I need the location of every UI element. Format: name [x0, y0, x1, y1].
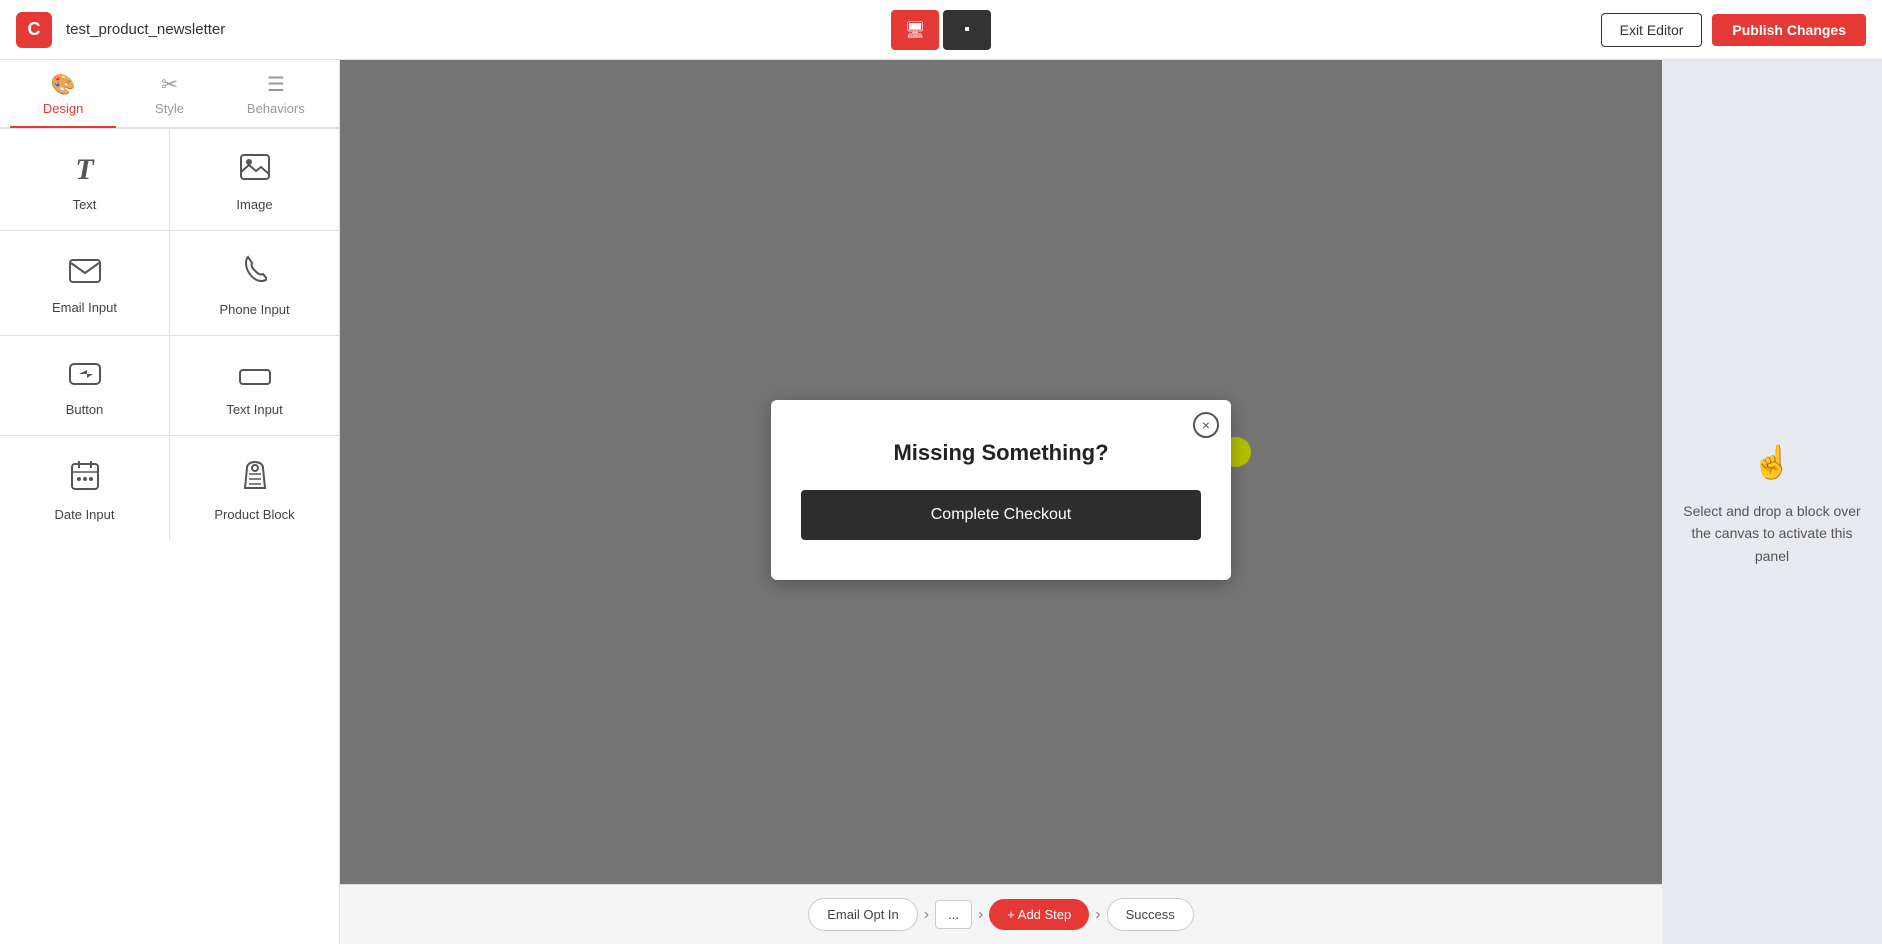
phone-block-icon — [243, 255, 267, 292]
block-email-input[interactable]: Email Input — [0, 231, 169, 335]
block-text[interactable]: T Text — [0, 129, 169, 230]
view-toggle: 🖥 ▪ — [891, 10, 991, 50]
step-email-opt-in[interactable]: Email Opt In — [808, 898, 918, 931]
text-input-block-icon — [239, 360, 271, 392]
mobile-view-button[interactable]: ▪ — [943, 10, 991, 50]
add-step-button[interactable]: + Add Step — [989, 899, 1089, 930]
right-panel-text: Select and drop a block over the canvas … — [1683, 503, 1860, 564]
step-arrow-3: › — [1095, 906, 1100, 924]
tab-behaviors[interactable]: ☰ Behaviors — [223, 60, 329, 128]
desktop-view-button[interactable]: 🖥 — [891, 10, 939, 50]
page-title: test_product_newsletter — [66, 21, 225, 38]
sidebar: 🎨 Design ✂ Style ☰ Behaviors T Text — [0, 60, 340, 944]
block-text-input[interactable]: Text Input — [170, 336, 339, 435]
step-success[interactable]: Success — [1107, 898, 1194, 931]
image-block-icon — [240, 154, 270, 187]
app-logo: C — [16, 12, 52, 48]
tab-style[interactable]: ✂ Style — [116, 60, 222, 128]
sidebar-tabs: 🎨 Design ✂ Style ☰ Behaviors — [0, 60, 339, 128]
button-block-icon — [69, 360, 101, 392]
block-date-input[interactable]: Date Input — [0, 436, 169, 540]
product-block-icon — [241, 460, 269, 497]
step-bar: Email Opt In › ... › + Add Step › Succes… — [340, 884, 1662, 944]
email-block-icon — [69, 258, 101, 290]
modal-title: Missing Something? — [801, 440, 1201, 466]
block-image[interactable]: Image — [170, 129, 339, 230]
complete-checkout-button[interactable]: Complete Checkout — [801, 490, 1201, 540]
canvas[interactable]: × Missing Something? Complete Checkout — [340, 60, 1662, 884]
block-button[interactable]: Button — [0, 336, 169, 435]
main-area: 🎨 Design ✂ Style ☰ Behaviors T Text — [0, 60, 1882, 944]
blocks-grid: T Text Image Email Input — [0, 128, 339, 540]
canvas-area: × Missing Something? Complete Checkout E… — [340, 60, 1662, 944]
step-arrow-1: › — [924, 906, 929, 924]
date-block-icon — [71, 460, 99, 497]
right-panel-icon: ☝ — [1682, 437, 1862, 488]
block-phone-input[interactable]: Phone Input — [170, 231, 339, 335]
modal-popup: × Missing Something? Complete Checkout — [771, 400, 1231, 580]
tab-design[interactable]: 🎨 Design — [10, 60, 116, 128]
modal-close-button[interactable]: × — [1193, 412, 1219, 438]
exit-editor-button[interactable]: Exit Editor — [1601, 13, 1703, 47]
design-icon: 🎨 — [51, 72, 76, 97]
step-arrow-2: › — [978, 906, 983, 924]
text-block-icon: T — [75, 153, 93, 187]
header: C test_product_newsletter 🖥 ▪ Exit Edito… — [0, 0, 1882, 60]
publish-changes-button[interactable]: Publish Changes — [1712, 14, 1866, 46]
header-actions: Exit Editor Publish Changes — [1601, 13, 1866, 47]
right-panel: ☝ Select and drop a block over the canva… — [1662, 60, 1882, 944]
step-more-options[interactable]: ... — [935, 900, 972, 929]
block-product[interactable]: Product Block — [170, 436, 339, 540]
behaviors-icon: ☰ — [267, 72, 285, 97]
style-icon: ✂ — [161, 72, 178, 97]
